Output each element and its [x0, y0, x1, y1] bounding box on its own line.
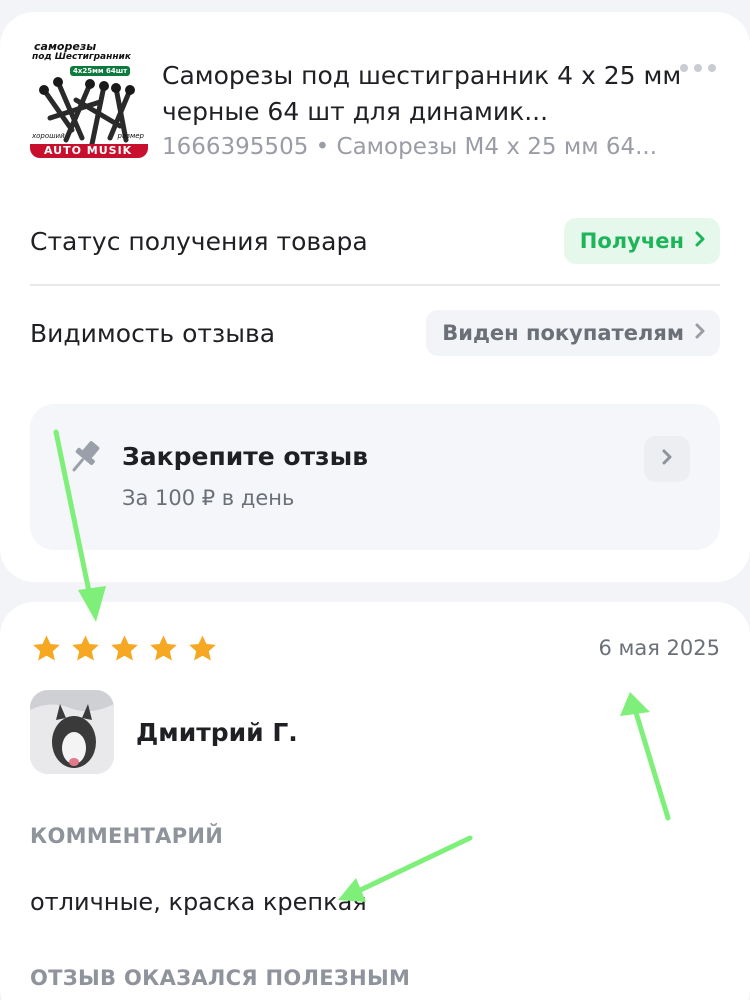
visibility-badge[interactable]: Виден покупателям [426, 310, 720, 356]
rating-stars [30, 632, 219, 665]
review-author: Дмитрий Г. [136, 718, 298, 747]
pin-price: За 100 ₽ в день [122, 486, 295, 510]
product-title[interactable]: Саморезы под шестигранник 4 х 25 мм черн… [162, 58, 682, 130]
thumb-badge: 4x25мм 64шт [70, 66, 131, 76]
star-icon [72, 635, 99, 661]
pin-icon [66, 438, 102, 478]
pin-review-card[interactable]: Закрепите отзыв За 100 ₽ в день [30, 404, 720, 550]
chevron-right-icon [694, 229, 706, 253]
status-label: Статус получения товара [30, 226, 368, 256]
more-options-icon[interactable] [680, 64, 716, 72]
chevron-right-icon [661, 448, 673, 470]
helpful-header: ОТЗЫВ ОКАЗАЛСЯ ПОЛЕЗНЫМ [30, 966, 411, 990]
pin-open-button[interactable] [644, 436, 690, 482]
status-row[interactable]: Статус получения товара Получен [30, 213, 720, 269]
status-value: Получен [579, 229, 684, 253]
star-icon [150, 635, 177, 661]
visibility-value: Виден покупателям [442, 321, 684, 345]
product-header[interactable]: саморезы под Шестигранник 4x25мм 64шт хо… [30, 32, 720, 162]
pin-title: Закрепите отзыв [122, 442, 369, 471]
thumb-label-bottom: AUTO MUSIK [44, 144, 133, 157]
star-icon [111, 635, 138, 661]
star-icon [189, 635, 216, 661]
product-subtitle: 1666395505 • Саморезы М4 х 25 мм 64... [162, 134, 658, 160]
visibility-label: Видимость отзыва [30, 318, 276, 348]
avatar [30, 690, 114, 774]
thumb-label-right: размер [117, 132, 145, 140]
comment-header: КОММЕНТАРИЙ [30, 824, 224, 848]
divider [30, 284, 720, 286]
review-comment: отличные, краска крепкая [30, 888, 367, 916]
status-badge[interactable]: Получен [563, 218, 720, 264]
chevron-right-icon [694, 321, 706, 345]
visibility-row[interactable]: Видимость отзыва Виден покупателям [30, 305, 720, 361]
review-date: 6 мая 2025 [598, 636, 721, 660]
star-icon [33, 635, 60, 661]
product-thumbnail: саморезы под Шестигранник 4x25мм 64шт хо… [30, 40, 148, 158]
thumb-label-mid: под Шестигранник [32, 52, 131, 62]
thumb-label-left: хороший [32, 132, 65, 140]
